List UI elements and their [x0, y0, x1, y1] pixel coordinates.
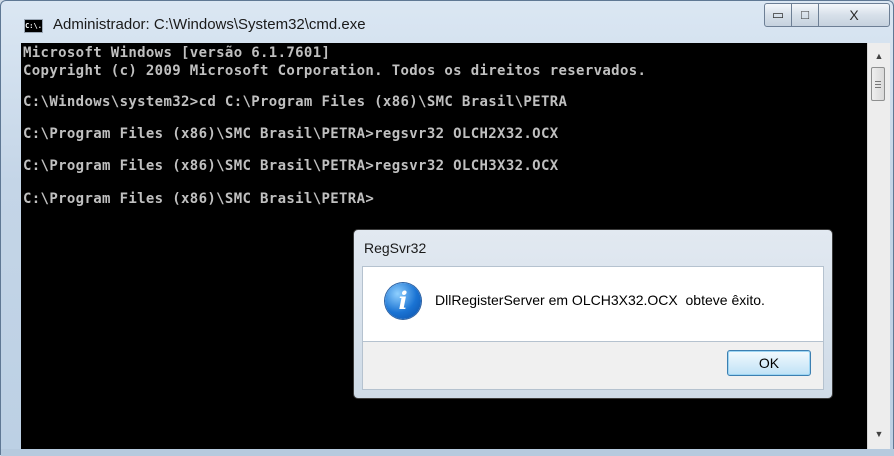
minimize-button[interactable]: ▭	[764, 3, 792, 27]
vertical-scrollbar[interactable]: ▲ ▼	[867, 43, 890, 449]
close-button[interactable]: X	[818, 3, 890, 27]
grip-line	[875, 81, 881, 82]
info-icon: i	[385, 283, 421, 319]
console-line: Microsoft Windows [versão 6.1.7601]	[23, 45, 331, 61]
maximize-button[interactable]: □	[791, 3, 819, 27]
dialog-message: DllRegisterServer em OLCH3X32.OCX obteve…	[435, 292, 765, 308]
console-line: C:\Windows\system32>cd C:\Program Files …	[23, 94, 568, 110]
window-title: Administrador: C:\Windows\System32\cmd.e…	[53, 16, 366, 33]
dialog-body: i DllRegisterServer em OLCH3X32.OCX obte…	[362, 266, 824, 342]
cmd-app-icon[interactable]: C:\.	[24, 19, 43, 33]
ok-button[interactable]: OK	[727, 350, 811, 376]
console-line: C:\Program Files (x86)\SMC Brasil\PETRA>	[23, 191, 375, 207]
console-line: Copyright (c) 2009 Microsoft Corporation…	[23, 63, 647, 79]
scroll-up-arrow-icon[interactable]: ▲	[868, 48, 890, 65]
console-line: C:\Program Files (x86)\SMC Brasil\PETRA>…	[23, 126, 559, 142]
regsvr32-dialog: RegSvr32 i DllRegisterServer em OLCH3X32…	[353, 229, 833, 399]
scroll-down-arrow-icon[interactable]: ▼	[868, 426, 890, 443]
scroll-thumb[interactable]	[871, 67, 885, 101]
title-bar[interactable]: C:\. Administrador: C:\Windows\System32\…	[1, 1, 893, 35]
grip-line	[875, 87, 881, 88]
dialog-title: RegSvr32	[364, 240, 427, 256]
grip-line	[875, 84, 881, 85]
dialog-footer: OK	[362, 342, 824, 390]
console-line: C:\Program Files (x86)\SMC Brasil\PETRA>…	[23, 158, 559, 174]
